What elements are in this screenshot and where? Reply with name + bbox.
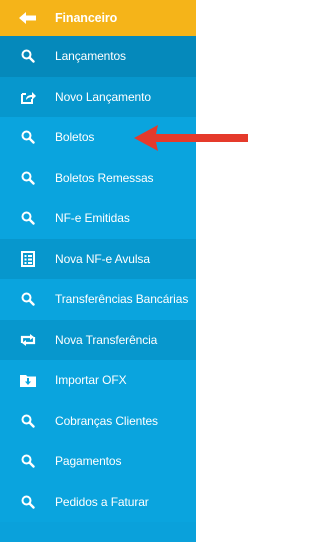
menu-item-novo-lancamento[interactable]: Novo Lançamento [0,76,196,117]
red-arrow-pointer-icon [134,125,248,151]
menu-item-label: Nova Transferência [55,332,158,347]
external-link-icon [0,90,55,104]
financeiro-sidebar: Financeiro Lançamentos Novo Lançamento B… [0,0,196,542]
menu-item-label: Novo Lançamento [55,89,151,104]
menu-item-label: Nova NF-e Avulsa [55,251,150,266]
document-list-icon [0,250,55,267]
menu-header-label: Financeiro [55,11,118,25]
search-icon [0,211,55,225]
menu-item-label: Lançamentos [55,49,126,64]
menu-item-nfe-emitidas[interactable]: NF-e Emitidas [0,198,196,239]
menu-item-label: Pagamentos [55,454,122,469]
menu-item-label: Cobranças Clientes [55,413,158,428]
menu-item-label: Boletos Remessas [55,170,154,185]
menu-item-boletos-remessas[interactable]: Boletos Remessas [0,157,196,198]
search-icon [0,130,55,144]
import-folder-icon [0,373,55,388]
screenshot-stage: Financeiro Lançamentos Novo Lançamento B… [0,0,258,542]
menu-item-nova-transferencia[interactable]: Nova Transferência [0,319,196,360]
menu-item-lancamentos[interactable]: Lançamentos [0,36,196,77]
menu-item-transferencias-bancarias[interactable]: Transferências Bancárias [0,279,196,320]
back-arrow-icon[interactable] [0,12,55,24]
search-icon [0,292,55,306]
menu-item-cobrancas-clientes[interactable]: Cobranças Clientes [0,400,196,441]
menu-item-label: Boletos [55,130,95,145]
search-icon [0,414,55,428]
menu-item-pedidos-a-faturar[interactable]: Pedidos a Faturar [0,481,196,522]
search-icon [0,49,55,63]
search-icon [0,495,55,509]
menu-item-importar-ofx[interactable]: Importar OFX [0,360,196,401]
search-icon [0,454,55,468]
menu-item-nova-nfe-avulsa[interactable]: Nova NF-e Avulsa [0,238,196,279]
menu-item-label: Transferências Bancárias [55,292,189,307]
transfer-icon [0,333,55,347]
search-icon [0,171,55,185]
menu-item-label: Importar OFX [55,373,127,388]
menu-item-pagamentos[interactable]: Pagamentos [0,441,196,482]
menu-item-label: Pedidos a Faturar [55,494,149,509]
menu-item-label: NF-e Emitidas [55,211,130,226]
menu-header-financeiro[interactable]: Financeiro [0,0,196,36]
